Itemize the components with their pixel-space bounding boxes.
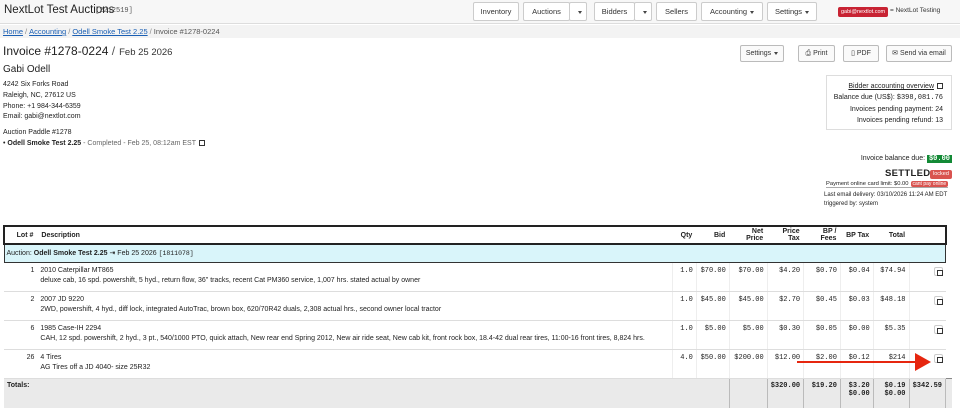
user-badge[interactable]: gabi@nextlot.com	[838, 7, 889, 17]
annotation-arrow-icon	[915, 353, 931, 371]
total-net: $320.00	[766, 377, 804, 408]
locked-badge: locked	[930, 170, 952, 179]
chevron-down-icon	[805, 10, 810, 14]
breadcrumb: Home / Accounting / Odell Smoke Test 2.25/In…	[0, 25, 960, 38]
col-qty: Qty	[672, 225, 697, 245]
top-navbar: NextLot Test Auctions [2212519] Inventor…	[0, 0, 960, 24]
external-link-icon[interactable]	[937, 83, 943, 90]
breadcrumb-home[interactable]: Home	[3, 27, 23, 36]
lot-number: 2	[4, 291, 38, 321]
invoice-date: Feb 25 2026	[119, 47, 173, 58]
pdf-button[interactable]: ▯ PDF	[843, 45, 879, 62]
settled-status: SETTLED	[885, 168, 931, 179]
nav-auctions-dropdown[interactable]	[569, 2, 587, 21]
bidder-summary-box: Bidder accounting overview Balance due (…	[826, 75, 952, 130]
auction-group-row: Auction: Odell Smoke Test 2.25 ⇥ Feb 25 …	[3, 243, 952, 263]
lot-description: 1985 Case-IH 2294 CAH, 12 spd. powershift…	[37, 320, 673, 350]
table-header: Lot # Description Qty Bid Net Price Pric…	[2, 225, 952, 245]
printer-icon: ⎙	[805, 50, 814, 57]
col-bp-tax: BP Tax	[840, 225, 874, 245]
last-email-info: Last email delivery: 03/10/2026 11:24 AM…	[824, 192, 948, 207]
lot-number: 26	[4, 349, 38, 379]
edit-icon[interactable]	[933, 266, 943, 276]
total-bp-tax: $0.19 $0.00	[872, 377, 910, 408]
lot-description: 2010 Caterpillar MT865 deluxe cab, 16 spd…	[37, 262, 673, 292]
edit-icon[interactable]	[933, 353, 943, 363]
lot-description: 2007 JD 9220 2WD, powershift, 4 hyd., dif…	[37, 291, 673, 321]
chevron-down-icon	[642, 10, 647, 14]
send-email-button[interactable]: ✉ Send via email	[886, 45, 952, 62]
external-link-icon[interactable]	[199, 140, 205, 147]
col-price-tax: Price Tax	[767, 225, 804, 245]
page-title: Invoice #1278-0224 /Feb 25 2026	[3, 44, 173, 58]
auction-paddle: Auction Paddle #1278	[3, 129, 72, 136]
pending-refund-count: 13	[935, 117, 943, 124]
nav-inventory-button[interactable]: Inventory	[473, 2, 519, 21]
chevron-down-icon	[774, 51, 779, 55]
auction-list-item: • Odell Smoke Test 2.25 - Completed - Fe…	[3, 140, 205, 147]
col-lot: Lot #	[2, 225, 38, 245]
balance-due-value: $398,081.76	[896, 94, 943, 102]
breadcrumb-auction[interactable]: Odell Smoke Test 2.25	[72, 27, 147, 36]
auction-link[interactable]: Odell Smoke Test 2.25	[7, 140, 81, 147]
chevron-down-icon	[577, 10, 582, 14]
settings-dropdown-button[interactable]: Settings	[740, 45, 784, 62]
edit-icon[interactable]	[933, 324, 943, 334]
col-description: Description	[37, 225, 673, 245]
edit-icon[interactable]	[933, 295, 943, 305]
col-bp-fees: BP / Fees	[803, 225, 841, 245]
nav-accounting-label: Accounting	[709, 7, 748, 16]
nav-bidders-button[interactable]: Bidders	[594, 2, 635, 21]
nav-settings-label: Settings	[774, 7, 803, 16]
nav-auctions-button[interactable]: Auctions	[523, 2, 570, 21]
table-row: 6 1985 Case-IH 2294 CAH, 12 spd. powershi…	[4, 320, 952, 350]
nav-settings-button[interactable]: Settings	[767, 2, 817, 21]
print-button[interactable]: ⎙ Print	[798, 45, 835, 62]
lot-number: 6	[4, 320, 38, 350]
auction-group-name: Odell Smoke Test 2.25	[33, 250, 108, 258]
envelope-icon: ✉	[892, 50, 900, 57]
col-actions	[909, 225, 947, 245]
invoice-table: Lot # Description Qty Bid Net Price Pric…	[2, 225, 952, 408]
col-net-price: Net Price	[729, 225, 768, 245]
nav-bidders-dropdown[interactable]	[634, 2, 652, 21]
col-total: Total	[873, 225, 910, 245]
breadcrumb-current: Invoice #1278-0224	[153, 27, 220, 36]
totals-label: Totals:	[4, 377, 730, 408]
pending-payment-count: 24	[935, 106, 943, 113]
nav-sellers-button[interactable]: Sellers	[656, 2, 697, 21]
chevron-down-icon	[750, 10, 755, 14]
lot-number: 1	[4, 262, 38, 292]
total-bp: $3.20 $0.00	[839, 377, 874, 408]
breadcrumb-accounting[interactable]: Accounting	[29, 27, 66, 36]
table-row: 2 2007 JD 9220 2WD, powershift, 4 hyd., d…	[4, 291, 952, 321]
cant-pay-badge: cant pay online	[910, 181, 949, 187]
bidder-overview-link[interactable]: Bidder accounting overview	[848, 83, 934, 90]
invoice-balance-value: $0.00	[926, 155, 952, 163]
invoice-balance: Invoice balance due: $0.00	[860, 155, 952, 163]
total-tax: $19.20	[803, 377, 841, 408]
nav-accounting-button[interactable]: Accounting	[701, 2, 763, 21]
lot-description: 4 Tires AG Tires off a JD 4040- size 25R3…	[37, 349, 673, 379]
table-row: 26 4 Tires AG Tires off a JD 4040- size 2…	[4, 349, 952, 379]
company-name[interactable]: = NextLot Testing	[890, 7, 940, 14]
totals-row: Totals: $320.00 $19.20 $3.20 $0.00 $0.19 $…	[4, 377, 952, 408]
col-bid: Bid	[696, 225, 730, 245]
brand-id: [2212519]	[95, 7, 133, 15]
bidder-name: Gabi Odell	[3, 64, 51, 75]
bidder-address: 4242 Six Forks Road Raleigh, NC, 27612 U…	[3, 81, 81, 121]
table-row: 1 2010 Caterpillar MT865 deluxe cab, 16 s…	[4, 262, 952, 292]
payment-limit: Payment online card limit: $0.00 cant pay…	[826, 181, 949, 188]
grand-total: $342.59	[908, 377, 946, 408]
annotation-arrow-line	[797, 361, 927, 363]
